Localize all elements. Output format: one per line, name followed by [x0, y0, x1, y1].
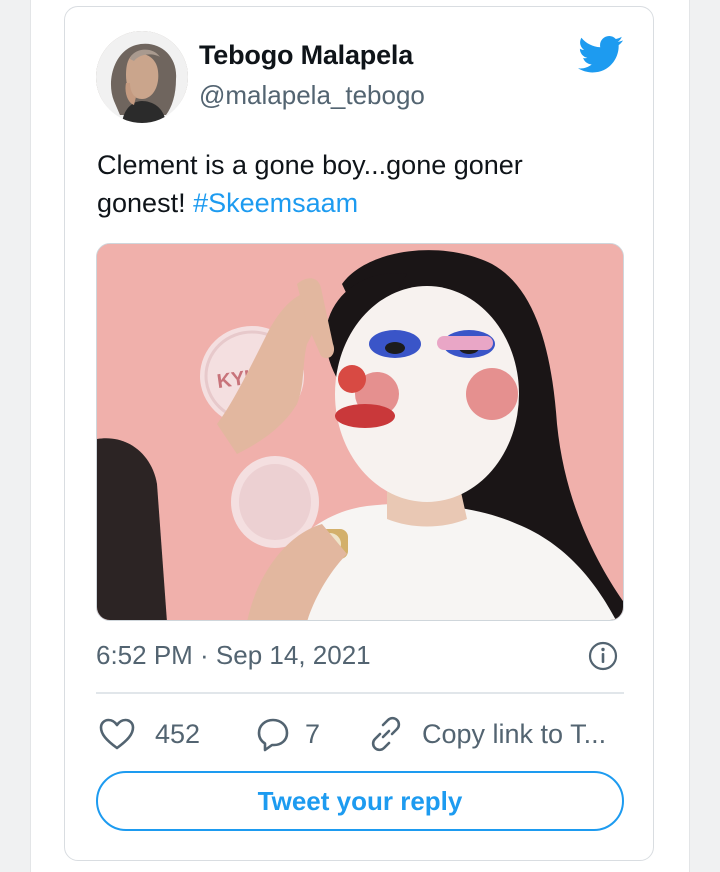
author-name[interactable]: Tebogo Malapela: [199, 40, 413, 71]
avatar-photo: [96, 31, 188, 123]
reply-count: 7: [305, 718, 321, 749]
like-count: 452: [155, 718, 201, 749]
tweet-media-image[interactable]: KYLIE: [96, 243, 624, 621]
reply-action[interactable]: 7: [255, 716, 320, 752]
avatar[interactable]: [96, 31, 188, 123]
like-action[interactable]: 452: [98, 716, 200, 752]
divider: [96, 692, 624, 694]
twitter-bird-icon[interactable]: [578, 36, 624, 74]
info-icon[interactable]: [588, 641, 618, 671]
hashtag-link[interactable]: #Skeemsaam: [193, 188, 358, 218]
author-handle[interactable]: @malapela_tebogo: [199, 80, 425, 111]
copy-link-label: Copy link to T...: [422, 718, 607, 749]
link-icon: [371, 716, 401, 752]
tweet-timestamp[interactable]: 6:52 PM · Sep 14, 2021: [96, 640, 371, 671]
copy-link-action[interactable]: Copy link to T...: [366, 716, 606, 752]
comment-icon: [257, 718, 289, 752]
tweet-your-reply-button[interactable]: Tweet your reply: [96, 771, 624, 831]
media-illustration: KYLIE: [97, 244, 623, 620]
heart-icon: [99, 718, 135, 750]
tweet-text: Clement is a gone boy...gone goner gones…: [97, 146, 617, 222]
